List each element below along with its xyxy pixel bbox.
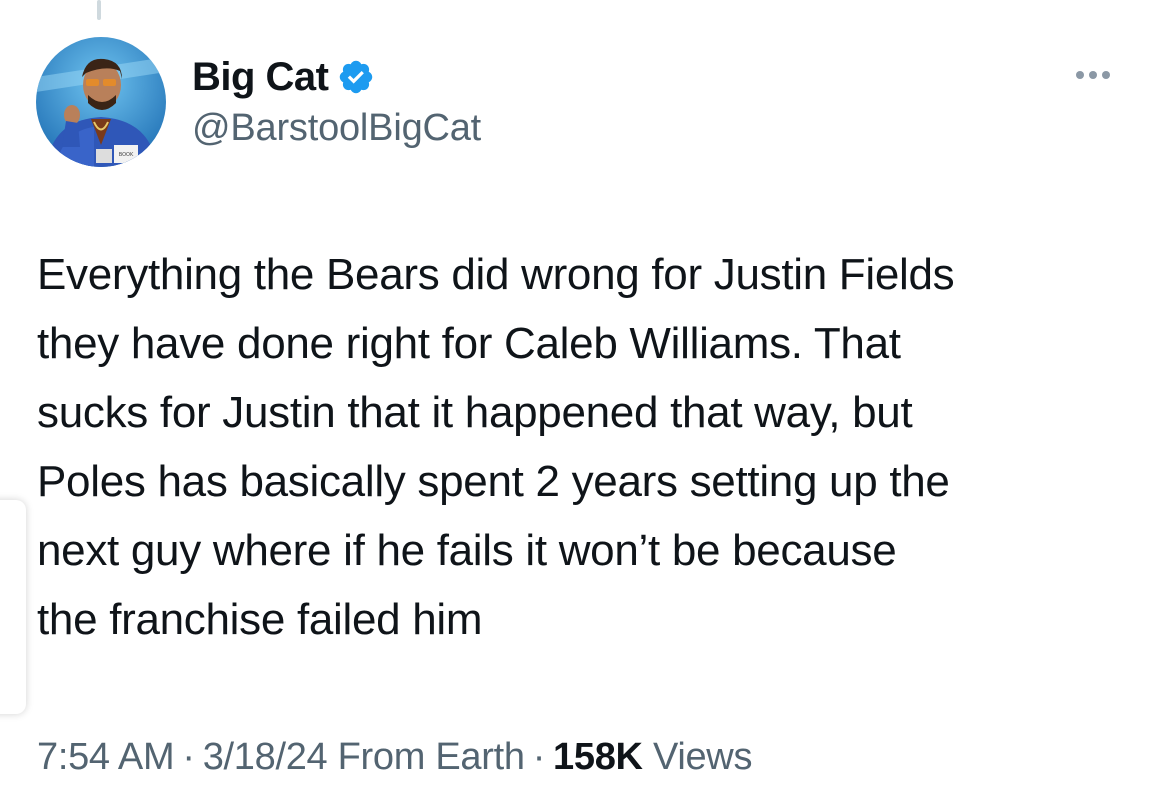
separator: · (532, 736, 546, 778)
tweet-time[interactable]: 7:54 AM (37, 736, 175, 778)
separator: · (182, 736, 195, 778)
avatar[interactable]: BOOK (36, 37, 166, 167)
more-dot (1076, 71, 1084, 79)
display-name[interactable]: Big Cat (192, 55, 329, 100)
tweet-text: Everything the Bears did wrong for Justi… (37, 240, 1137, 654)
more-options-icon[interactable] (1068, 62, 1118, 88)
views-label: Views (652, 736, 753, 778)
author-name-row: Big Cat (192, 52, 375, 102)
thread-connector-line (97, 0, 101, 20)
tweet-source: From Earth (337, 736, 525, 778)
tweet-text-line: Poles has basically spent 2 years settin… (37, 457, 950, 506)
tweet-metadata: 7:54 AM · 3/18/24 From Earth · 158K Views (37, 732, 752, 782)
tweet-date[interactable]: 3/18/24 (203, 736, 328, 778)
verified-badge-icon (339, 60, 372, 94)
side-panel-handle[interactable] (0, 500, 26, 714)
views-count[interactable]: 158K (553, 736, 643, 778)
author-handle[interactable]: @BarstoolBigCat (192, 107, 481, 150)
tweet-text-line: sucks for Justin that it happened that w… (37, 388, 913, 437)
tweet-text-line: they have done right for Caleb Williams.… (37, 319, 901, 368)
tweet-text-line: Everything the Bears did wrong for Justi… (37, 250, 955, 299)
tweet-text-line: next guy where if he fails it won’t be b… (37, 526, 897, 575)
tweet-text-line: the franchise failed him (37, 595, 483, 644)
svg-text:BOOK: BOOK (119, 152, 134, 158)
more-dot (1089, 71, 1097, 79)
more-dot (1102, 71, 1110, 79)
